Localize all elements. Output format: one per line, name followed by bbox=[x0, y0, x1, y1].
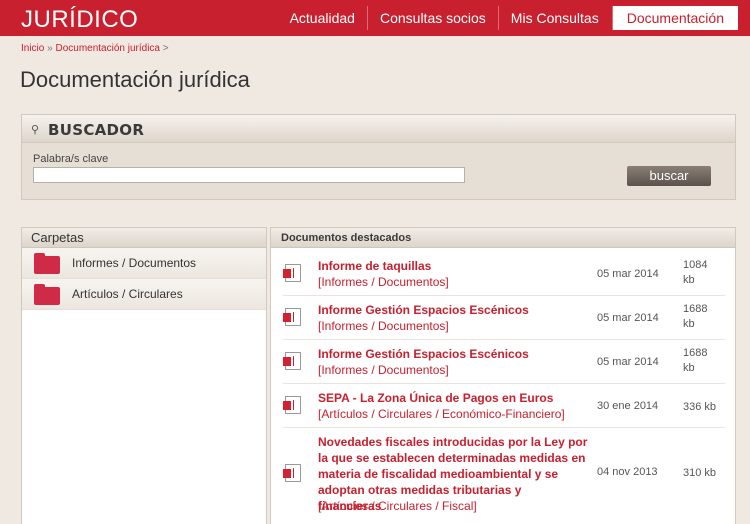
breadcrumb-home[interactable]: Inicio bbox=[21, 43, 44, 54]
pdf-icon[interactable] bbox=[283, 464, 301, 482]
folders-panel: Carpetas Informes / Documentos Artículos… bbox=[21, 227, 267, 524]
keyword-input[interactable] bbox=[33, 167, 465, 183]
document-category[interactable]: [Artículos / Circulares / Económico-Fina… bbox=[318, 406, 565, 422]
keyword-label: Palabra/s clave bbox=[33, 153, 109, 165]
search-button[interactable]: buscar bbox=[627, 166, 711, 186]
nav-mis-consultas[interactable]: Mis Consultas bbox=[497, 6, 611, 30]
folder-articulos-circulares[interactable]: Artículos / Circulares bbox=[22, 279, 266, 310]
breadcrumb: Inicio » Documentación jurídica > bbox=[21, 43, 169, 54]
document-row: Informe de taquillas [Informes / Documen… bbox=[283, 254, 725, 296]
search-header: ⚲ BUSCADOR bbox=[22, 115, 735, 143]
documents-panel: Documentos destacados Informe de taquill… bbox=[270, 227, 736, 524]
key-icon: ⚲ bbox=[31, 124, 40, 136]
breadcrumb-separator: » bbox=[47, 43, 53, 54]
document-category[interactable]: [Informes / Documentos] bbox=[318, 274, 449, 290]
pdf-icon[interactable] bbox=[283, 352, 301, 370]
nav-consultas-socios[interactable]: Consultas socios bbox=[366, 6, 498, 30]
search-panel: ⚲ BUSCADOR Palabra/s clave buscar bbox=[21, 114, 736, 200]
breadcrumb-trail: > bbox=[162, 43, 169, 54]
nav-actualidad[interactable]: Actualidad bbox=[278, 6, 367, 30]
brand-title[interactable]: JURÍDICO bbox=[21, 6, 138, 34]
main-nav: Actualidad Consultas socios Mis Consulta… bbox=[278, 6, 738, 30]
document-date: 05 mar 2014 bbox=[597, 356, 659, 368]
nav-documentacion[interactable]: Documentación bbox=[611, 6, 738, 30]
document-date: 05 mar 2014 bbox=[597, 312, 659, 324]
document-date: 04 nov 2013 bbox=[597, 466, 658, 478]
document-date: 30 ene 2014 bbox=[597, 400, 659, 412]
folders-title: Carpetas bbox=[22, 228, 266, 248]
folder-label: Artículos / Circulares bbox=[72, 287, 183, 301]
breadcrumb-current[interactable]: Documentación jurídica bbox=[55, 43, 160, 54]
document-title[interactable]: Informe Gestión Espacios Escénicos bbox=[318, 302, 529, 318]
folder-informes-documentos[interactable]: Informes / Documentos bbox=[22, 248, 266, 279]
pdf-icon[interactable] bbox=[283, 264, 301, 282]
pdf-icon[interactable] bbox=[283, 308, 301, 326]
document-size: 336 kb bbox=[683, 401, 717, 413]
document-size: 310 kb bbox=[683, 467, 717, 479]
folder-icon bbox=[34, 284, 60, 305]
document-row: Informe Gestión Espacios Escénicos [Info… bbox=[283, 342, 725, 384]
document-date: 05 mar 2014 bbox=[597, 268, 659, 280]
search-title: BUSCADOR bbox=[48, 121, 145, 139]
folder-icon bbox=[34, 253, 60, 274]
document-category[interactable]: [Artículos / Circulares / Fiscal] bbox=[318, 498, 477, 514]
documents-title: Documentos destacados bbox=[271, 228, 735, 248]
document-row: SEPA - La Zona Única de Pagos en Euros [… bbox=[283, 386, 725, 428]
page-title: Documentación jurídica bbox=[20, 67, 250, 92]
document-category[interactable]: [Informes / Documentos] bbox=[318, 362, 449, 378]
document-title[interactable]: SEPA - La Zona Única de Pagos en Euros bbox=[318, 390, 553, 406]
document-size: 1688 kb bbox=[683, 303, 708, 330]
document-size: 1084 kb bbox=[683, 259, 708, 286]
document-size: 1688 kb bbox=[683, 347, 708, 374]
pdf-icon[interactable] bbox=[283, 396, 301, 414]
document-title[interactable]: Informe de taquillas bbox=[318, 258, 431, 274]
document-row: Novedades fiscales introducidas por la L… bbox=[283, 430, 725, 518]
document-row: Informe Gestión Espacios Escénicos [Info… bbox=[283, 298, 725, 340]
top-bar: JURÍDICO Actualidad Consultas socios Mis… bbox=[0, 0, 750, 36]
document-category[interactable]: [Informes / Documentos] bbox=[318, 318, 449, 334]
folder-label: Informes / Documentos bbox=[72, 256, 197, 270]
document-title[interactable]: Informe Gestión Espacios Escénicos bbox=[318, 346, 529, 362]
